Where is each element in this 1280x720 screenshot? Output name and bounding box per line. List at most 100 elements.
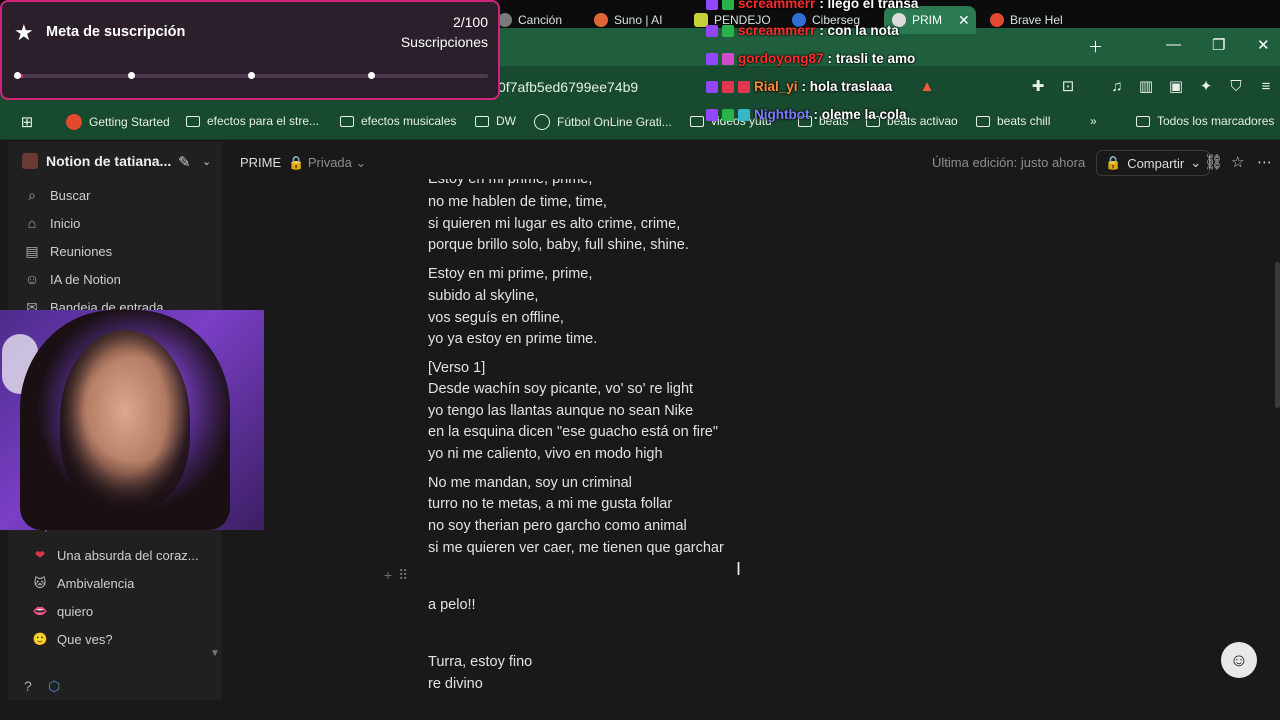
lyric-line[interactable]: No me mandan, soy un criminal (428, 475, 632, 491)
bookmark-label: beats chill (997, 114, 1051, 128)
chevron-down-icon: ⌄ (1190, 155, 1202, 170)
workspace-switcher[interactable]: Notion de tatiana... (22, 153, 171, 169)
bookmarks-overflow-icon[interactable]: » (1090, 114, 1097, 128)
twitch-badge-icon (706, 0, 718, 10)
menu-icon[interactable]: ≡ (1257, 78, 1275, 96)
sidebar-toggle-icon[interactable]: ▥ (1137, 78, 1155, 96)
maximize-icon[interactable]: ❐ (1212, 36, 1225, 54)
wallet-icon[interactable]: ▣ (1167, 78, 1185, 96)
check-badge-icon (722, 24, 734, 37)
sidebar-item-home[interactable]: ⌂ Inicio (24, 215, 81, 231)
lyric-line[interactable]: Estoy en mi prime, prime, (428, 266, 592, 282)
lyric-line[interactable]: porque brillo solo, baby, full shine, sh… (428, 237, 689, 253)
lyric-line[interactable]: yo tengo las llantas aunque no sean Nike (428, 403, 693, 419)
lyric-line[interactable]: yo ni me caliento, vivo en modo high (428, 446, 663, 462)
lyric-line[interactable]: turro no te metas, a mi me gusta follar (428, 496, 672, 512)
leo-ai-icon[interactable]: ✦ (1197, 78, 1215, 96)
notion-ai-button[interactable]: ☺ (1221, 642, 1257, 678)
url-field[interactable]: 0f7afb5ed6799ee74b9 (498, 79, 638, 95)
close-tab-icon[interactable]: ✕ (958, 12, 970, 29)
chat-text: : oleme la cola (813, 107, 907, 122)
lyric-line[interactable]: vos seguís en offline, (428, 310, 564, 326)
heart-badge-icon (738, 80, 750, 93)
sidebar-page[interactable]: ❤ Una absurda del coraz... (32, 547, 199, 563)
browser-tab[interactable]: Brave Hel (990, 6, 1066, 34)
lyric-line[interactable]: a pelo!! (428, 597, 476, 613)
sidebar-item-notion-ai[interactable]: ☺ IA de Notion (24, 271, 121, 287)
sidebar-page[interactable]: 🙂 Que ves? (32, 631, 113, 647)
lyric-line[interactable]: en la esquina dicen "ese guacho está on … (428, 424, 718, 440)
sidebar-item-label: Reuniones (50, 243, 113, 259)
lyric-line[interactable]: si me quieren ver caer, me tienen que ga… (428, 540, 724, 556)
goal-count: 2/100 (452, 14, 488, 30)
lyric-line[interactable]: yo ya estoy en prime time. (428, 331, 597, 347)
new-tab-icon[interactable]: ＋ (1088, 36, 1103, 57)
more-icon[interactable]: ⋯ (1257, 153, 1272, 171)
star-icon[interactable]: ☆ (1231, 153, 1244, 171)
extensions-icon[interactable]: ✚ (1029, 78, 1047, 96)
chat-text: : con la nota (819, 23, 899, 38)
lyric-line[interactable]: Turra, estoy fino (428, 654, 532, 670)
vpn-shield-icon[interactable]: ⛉ (1227, 78, 1245, 96)
sidebar-scroll-down-icon[interactable]: ▼ (210, 648, 220, 659)
marketplace-icon[interactable]: ⬡ (48, 678, 60, 695)
lyric-line[interactable]: [Verso 1] (428, 360, 485, 376)
chat-message: screammerr : con la nota (706, 23, 899, 38)
share-button[interactable]: 🔒 Compartir ⌄ (1096, 150, 1211, 176)
page-breadcrumb[interactable]: PRIME (240, 155, 281, 170)
sidebar-item-meetings[interactable]: ▤ Reuniones (24, 243, 112, 259)
sidebar-page-label: Ambivalencia (57, 575, 135, 591)
lips-icon: 👄 (32, 604, 48, 618)
subscription-goal-widget: ★ Meta de suscripción 2/100 Suscripcione… (0, 0, 500, 100)
help-icon[interactable]: ? (24, 678, 32, 694)
link-icon[interactable]: ⛓ (1204, 153, 1223, 171)
lyric-line[interactable]: re divino (428, 676, 483, 692)
bookmark-folder[interactable]: beats chill (976, 114, 1050, 128)
bookmark-link[interactable]: Fútbol OnLine Grati... (534, 114, 672, 130)
privacy-label: Privada (307, 155, 352, 170)
media-icon[interactable]: ♫ (1108, 78, 1126, 96)
sidebar-page-label: Una absurda del coraz... (57, 547, 199, 563)
webcam-overlay (0, 310, 264, 530)
sidebar-page[interactable]: 🐱 Ambivalencia (32, 575, 135, 591)
goal-marker (248, 72, 255, 79)
chat-username: gordoyong87 (738, 51, 824, 66)
lyric-line[interactable]: si quieren mi lugar es alto crime, crime… (428, 216, 680, 232)
privacy-badge[interactable]: 🔒 Privada ⌄ (288, 155, 366, 171)
goal-marker (128, 72, 135, 79)
home-icon: ⌂ (27, 215, 37, 231)
page-scrollbar[interactable] (1275, 262, 1280, 408)
chat-message: screammerr : llego el transa (706, 0, 918, 11)
sidebar-page-label: quiero (57, 603, 94, 619)
brave-rewards-icon[interactable]: ▲ (918, 78, 936, 96)
apps-grid-icon[interactable]: ⊞ (18, 114, 36, 132)
goal-marker (368, 72, 375, 79)
screen: Canción Suno | AI PENDEJO Ciberseg PRIM … (0, 0, 1280, 720)
sidebar-item-label: Buscar (50, 187, 91, 203)
screenshot-icon[interactable]: ⊡ (1059, 78, 1077, 96)
goal-unit: Suscripciones (400, 34, 488, 50)
close-window-icon[interactable]: ✕ (1257, 36, 1270, 54)
face-icon: 🙂 (32, 632, 48, 646)
lyric-line[interactable]: Desde wachín soy picante, vo' so' re lig… (428, 381, 693, 397)
bookmark-folder[interactable]: efectos musicales (340, 114, 456, 128)
sidebar-page[interactable]: 👄 quiero (32, 603, 94, 619)
browser-tab[interactable]: Suno | AI (594, 6, 674, 34)
bookmark-folder[interactable]: DW (475, 114, 516, 128)
bookmark-getting-started[interactable]: Getting Started (66, 114, 170, 130)
bookmark-folder[interactable]: efectos para el stre... (186, 114, 319, 128)
browser-tab[interactable]: Canción (498, 6, 578, 34)
lyric-line[interactable]: no me hablen de time, time, (428, 194, 607, 210)
block-drag-handle-icon[interactable]: +⠿ (384, 567, 414, 584)
sidebar-item-search[interactable]: ⌕ Buscar (24, 187, 90, 203)
check-badge-icon (722, 0, 734, 10)
lyric-line[interactable]: no soy therian pero garcho como animal (428, 518, 687, 534)
bookmark-all[interactable]: Todos los marcadores (1136, 114, 1274, 128)
lyric-line[interactable]: subido al skyline, (428, 288, 538, 304)
chevron-down-icon[interactable]: ⌄ (202, 155, 211, 168)
folder-icon (475, 115, 489, 127)
minimize-icon[interactable]: — (1166, 36, 1181, 53)
goal-progress-bar (14, 72, 488, 79)
new-page-icon[interactable]: ✎ (178, 153, 191, 171)
streamer-hair (20, 310, 230, 530)
